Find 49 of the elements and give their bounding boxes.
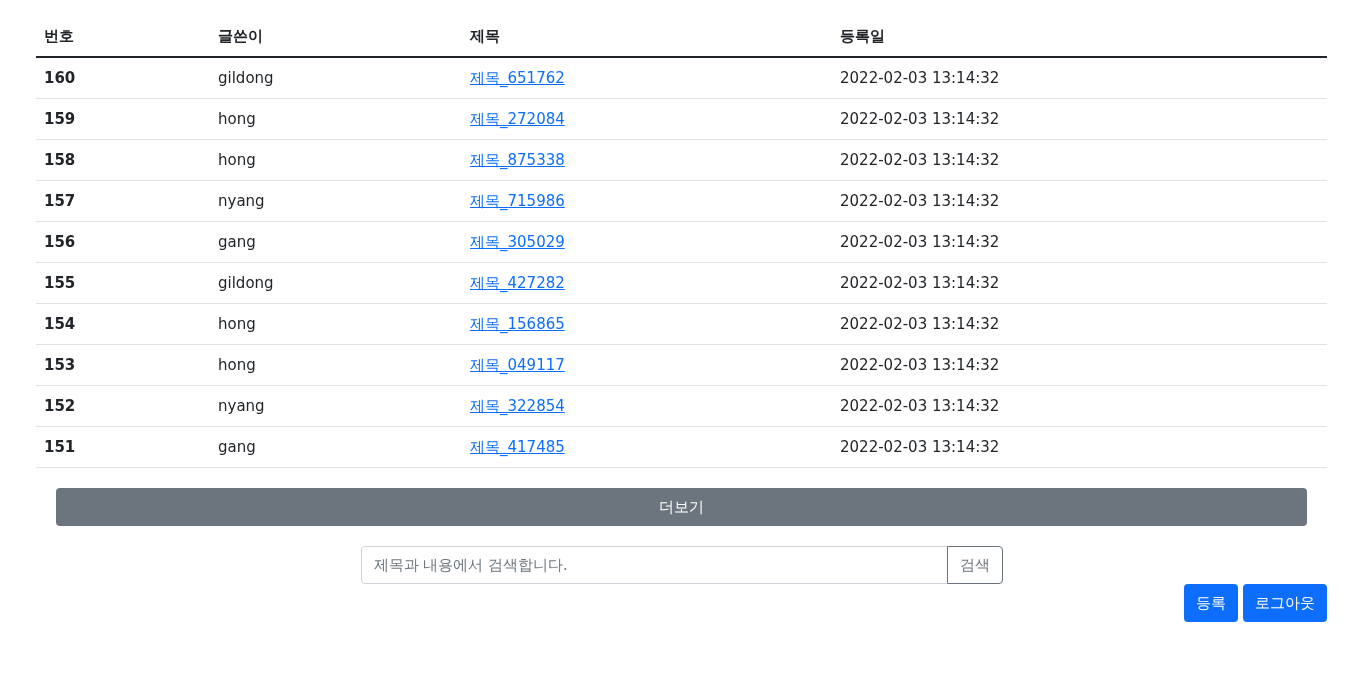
search-button[interactable]: 검색 [946,546,1003,584]
post-date: 2022-02-03 13:14:32 [840,356,1000,374]
post-number: 154 [44,315,76,333]
search-field[interactable]: 제목과 내용에서 검색합니다. [360,546,948,584]
column-header: 글쓴이 [210,20,462,57]
author-name: nyang [218,192,265,210]
post-title-link[interactable]: 제목_427282 [470,273,565,292]
post-title-link[interactable]: 제목_651762 [470,68,565,87]
post-date: 2022-02-03 13:14:32 [840,110,1000,128]
post-number: 155 [44,274,76,292]
post-title-link[interactable]: 제목_156865 [470,314,565,333]
post-number: 156 [44,233,76,251]
post-number: 157 [44,192,76,210]
column-header: 등록일 [832,20,1327,57]
post-title-link[interactable]: 제목_322854 [470,396,565,415]
post-number: 152 [44,397,76,415]
author-name: gang [218,233,256,251]
more-button[interactable]: 더보기 [56,488,1307,526]
post-date: 2022-02-03 13:14:32 [840,151,1000,169]
column-header: 번호 [36,20,210,57]
author-name: hong [218,356,256,374]
post-title-link[interactable]: 제목_305029 [470,232,565,251]
author-name: hong [218,151,256,169]
author-name: gang [218,438,256,456]
register-button[interactable]: 등록 [1184,584,1238,622]
logout-button[interactable]: 로그아웃 [1243,584,1327,622]
post-number: 153 [44,356,76,374]
post-date: 2022-02-03 13:14:32 [840,438,1000,456]
post-date: 2022-02-03 13:14:32 [840,69,1000,87]
post-date: 2022-02-03 13:14:32 [840,315,1000,333]
author-name: hong [218,315,256,333]
post-title-link[interactable]: 제목_417485 [470,437,565,456]
post-date: 2022-02-03 13:14:32 [840,233,1000,251]
post-number: 160 [44,69,76,87]
post-date: 2022-02-03 13:14:32 [840,397,1000,415]
post-title-link[interactable]: 제목_875338 [470,150,565,169]
post-title-link[interactable]: 제목_715986 [470,191,565,210]
author-name: nyang [218,397,265,415]
post-title-link[interactable]: 제목_272084 [470,109,565,128]
post-date: 2022-02-03 13:14:32 [840,274,1000,292]
author-name: hong [218,110,256,128]
post-number: 159 [44,110,76,128]
column-header: 제목 [462,20,832,57]
post-number: 158 [44,151,76,169]
author-name: gildong [218,69,274,87]
post-date: 2022-02-03 13:14:32 [840,192,1000,210]
post-number: 151 [44,438,76,456]
author-name: gildong [218,274,274,292]
post-title-link[interactable]: 제목_049117 [470,355,565,374]
